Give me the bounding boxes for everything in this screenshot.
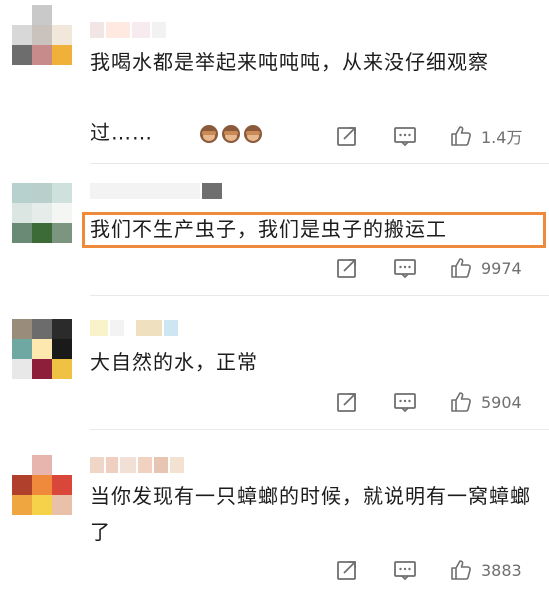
username-mosaic <box>110 320 124 336</box>
avatar-pixel <box>12 495 32 515</box>
avatar-pixel <box>12 359 32 379</box>
username-mosaic <box>106 22 130 38</box>
see-no-evil-monkey-icon <box>222 125 241 143</box>
username-mosaic <box>126 320 134 336</box>
divider <box>90 163 549 164</box>
avatar-pixel <box>52 495 72 515</box>
thumbs-up-icon[interactable] <box>449 124 473 148</box>
avatar-pixel <box>12 223 32 243</box>
avatar-pixel <box>32 359 52 379</box>
avatar-pixel <box>32 455 52 475</box>
avatar-pixel <box>12 5 32 25</box>
avatar-pixel <box>32 475 52 495</box>
avatar-pixel <box>32 203 52 223</box>
comment-actions: 5904 <box>335 390 522 414</box>
username-mosaic <box>120 457 136 473</box>
avatar-pixel <box>52 5 72 25</box>
thumbs-up-icon[interactable] <box>449 256 473 280</box>
avatar-pixel <box>12 319 32 339</box>
comment-actions: 9974 <box>335 256 522 280</box>
comment-icon[interactable] <box>393 390 417 414</box>
avatar-pixel <box>52 475 72 495</box>
username[interactable] <box>90 22 166 38</box>
avatar-pixel <box>32 45 52 65</box>
username-mosaic <box>154 457 168 473</box>
avatar-pixel <box>12 25 32 45</box>
avatar-pixel <box>12 203 32 223</box>
comment-icon[interactable] <box>393 558 417 582</box>
username-mosaic <box>202 183 222 199</box>
username-mosaic <box>164 320 178 336</box>
comment-text: 我喝水都是举起来吨吨吨，从来没仔细观察过…… <box>90 44 535 188</box>
username-mosaic <box>106 457 118 473</box>
see-no-evil-monkey-icon <box>244 125 263 143</box>
see-no-evil-monkey-icon <box>200 125 219 143</box>
avatar[interactable] <box>12 319 72 379</box>
avatar-pixel <box>32 223 52 243</box>
comment-text: 大自然的水，正常 <box>90 350 258 374</box>
avatar-pixel <box>52 359 72 379</box>
thumbs-up-icon[interactable] <box>449 558 473 582</box>
username[interactable] <box>90 183 222 199</box>
username-mosaic <box>152 22 166 38</box>
avatar-pixel <box>52 25 72 45</box>
avatar-pixel <box>52 183 72 203</box>
avatar-pixel <box>32 25 52 45</box>
like-count: 9974 <box>481 258 522 278</box>
username-mosaic <box>90 457 104 473</box>
avatar[interactable] <box>12 455 72 515</box>
avatar-pixel <box>32 319 52 339</box>
like-count: 3883 <box>481 560 522 580</box>
avatar-pixel <box>12 475 32 495</box>
avatar-pixel <box>32 183 52 203</box>
username-mosaic <box>90 183 200 199</box>
comment-actions: 3883 <box>335 558 522 582</box>
avatar-pixel <box>12 183 32 203</box>
avatar-pixel <box>52 223 72 243</box>
username-mosaic <box>136 320 162 336</box>
avatar-pixel <box>12 455 32 475</box>
avatar[interactable] <box>12 183 72 243</box>
like-count: 1.4万 <box>481 128 523 147</box>
avatar-pixel <box>52 319 72 339</box>
comment-icon[interactable] <box>393 256 417 280</box>
comment-text: 当你发现有一只蟑螂的时候，就说明有一窝蟑螂了 <box>90 484 531 544</box>
share-icon[interactable] <box>335 390 359 414</box>
share-icon[interactable] <box>335 558 359 582</box>
divider <box>90 429 549 430</box>
comment-actions: 1.4万 <box>335 124 522 148</box>
avatar-pixel <box>32 495 52 515</box>
avatar-pixel <box>52 455 72 475</box>
thumbs-up-icon[interactable] <box>449 390 473 414</box>
divider <box>90 295 549 296</box>
avatar-pixel <box>12 339 32 359</box>
avatar-pixel <box>52 339 72 359</box>
share-icon[interactable] <box>335 256 359 280</box>
avatar-pixel <box>12 45 32 65</box>
share-icon[interactable] <box>335 124 359 148</box>
username[interactable] <box>90 457 184 473</box>
username-mosaic <box>138 457 152 473</box>
comment-icon[interactable] <box>393 124 417 148</box>
username[interactable] <box>90 320 178 336</box>
username-mosaic <box>90 22 104 38</box>
emoji-group <box>153 80 263 188</box>
avatar-pixel <box>52 45 72 65</box>
username-mosaic <box>90 320 108 336</box>
username-mosaic <box>170 457 184 473</box>
like-count: 5904 <box>481 392 522 412</box>
avatar[interactable] <box>12 5 72 65</box>
avatar-pixel <box>32 339 52 359</box>
avatar-pixel <box>32 5 52 25</box>
avatar-pixel <box>52 203 72 223</box>
username-mosaic <box>132 22 150 38</box>
highlight-box <box>82 212 546 248</box>
